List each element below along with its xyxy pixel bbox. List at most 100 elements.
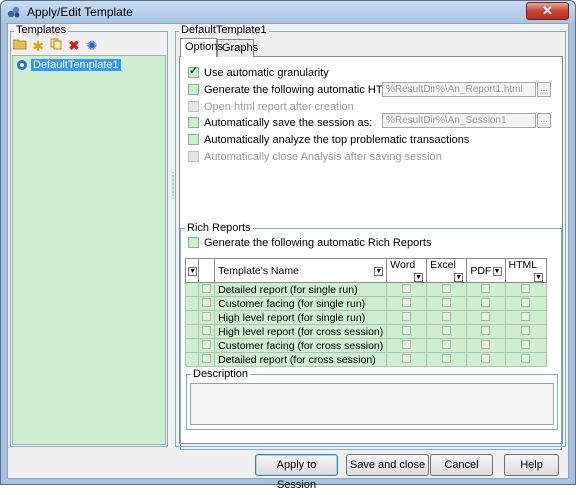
pdf-cell[interactable] — [466, 310, 506, 325]
browse-session-button[interactable]: ... — [537, 113, 551, 128]
generate-html-checkbox[interactable] — [188, 84, 199, 95]
row-checkbox[interactable] — [202, 339, 212, 349]
html-checkbox[interactable] — [521, 353, 531, 363]
table-row[interactable]: Customer facing (for single run) — [184, 296, 547, 311]
open-html-checkbox[interactable] — [188, 101, 199, 112]
excel-cell[interactable] — [426, 310, 468, 325]
option-auto-granularity[interactable]: Use automatic granularity — [188, 65, 329, 81]
row-checkbox[interactable] — [202, 297, 212, 307]
html-checkbox[interactable] — [521, 311, 531, 321]
html-checkbox[interactable] — [521, 283, 531, 293]
auto-close-checkbox[interactable] — [188, 151, 199, 162]
excel-cell[interactable] — [426, 282, 468, 297]
dropdown-arrow-icon[interactable]: ▼ — [414, 273, 424, 282]
excel-checkbox[interactable] — [442, 339, 452, 349]
excel-cell[interactable] — [426, 324, 468, 339]
word-cell[interactable] — [386, 338, 428, 353]
close-button[interactable]: ✕ — [526, 2, 569, 20]
row-checkbox-cell[interactable] — [198, 338, 216, 353]
excel-checkbox[interactable] — [442, 311, 452, 321]
session-path-field[interactable]: %ResultDir%\An_Session1 — [382, 113, 536, 128]
splitter-handle[interactable]: ⋮ ⋮ ⋮ ⋮ ⋮ ⋮ — [169, 172, 177, 234]
row-checkbox-cell[interactable] — [198, 352, 216, 367]
generate-rich-reports-checkbox[interactable] — [188, 237, 199, 248]
html-cell[interactable] — [504, 324, 547, 339]
row-checkbox[interactable] — [202, 325, 212, 335]
html-cell[interactable] — [504, 296, 547, 311]
table-row[interactable]: Detailed report (for single run) — [184, 282, 547, 297]
dropdown-arrow-icon[interactable]: ▼ — [534, 273, 543, 282]
pdf-checkbox[interactable] — [481, 339, 491, 349]
row-checkbox-cell[interactable] — [198, 282, 216, 297]
table-row[interactable]: High level report (for single run) — [184, 310, 547, 325]
column-header-name[interactable]: Template's Name ▼ — [214, 258, 388, 283]
column-header-word[interactable]: Word ▼ — [386, 258, 428, 283]
row-checkbox-cell[interactable] — [198, 296, 216, 311]
dropdown-arrow-icon[interactable]: ▼ — [454, 273, 464, 282]
column-header-html[interactable]: HTML ▼ — [504, 258, 547, 283]
excel-cell[interactable] — [426, 338, 468, 353]
delete-icon[interactable]: ✖ — [66, 38, 82, 54]
html-cell[interactable] — [504, 310, 547, 325]
word-cell[interactable] — [386, 310, 428, 325]
column-header-pdf[interactable]: PDF ▼ — [466, 258, 506, 283]
html-checkbox[interactable] — [521, 339, 531, 349]
excel-checkbox[interactable] — [442, 325, 452, 335]
word-checkbox[interactable] — [402, 325, 412, 335]
option-auto-analyze[interactable]: Automatically analyze the top problemati… — [188, 134, 469, 148]
excel-checkbox[interactable] — [442, 283, 452, 293]
table-row[interactable]: High level report (for cross session) — [184, 324, 547, 339]
auto-granularity-checkbox[interactable] — [188, 65, 199, 78]
title-bar[interactable]: Apply/Edit Template ✕ — [1, 1, 575, 23]
pdf-cell[interactable] — [466, 296, 506, 311]
word-checkbox[interactable] — [402, 353, 412, 363]
table-row[interactable]: Detailed report (for cross session) — [184, 352, 547, 367]
pdf-cell[interactable] — [466, 324, 506, 339]
pdf-checkbox[interactable] — [481, 311, 491, 321]
html-cell[interactable] — [504, 338, 547, 353]
option-generate-rich-reports[interactable]: Generate the following automatic Rich Re… — [188, 237, 431, 251]
row-selector-header[interactable]: ▼ — [184, 258, 200, 283]
dropdown-arrow-icon[interactable]: ▼ — [374, 266, 384, 276]
templates-list[interactable]: DefaultTemplate1 — [12, 55, 166, 445]
dropdown-arrow-icon[interactable]: ▼ — [492, 266, 502, 276]
copy-icon[interactable] — [48, 38, 64, 54]
html-cell[interactable] — [504, 352, 547, 367]
cancel-button[interactable]: Cancel — [430, 454, 493, 476]
row-checkbox[interactable] — [202, 311, 212, 321]
html-checkbox[interactable] — [521, 325, 531, 335]
dropdown-arrow-icon[interactable]: ▼ — [188, 267, 198, 276]
html-checkbox[interactable] — [521, 297, 531, 307]
row-checkbox[interactable] — [202, 353, 212, 363]
pdf-checkbox[interactable] — [481, 353, 491, 363]
pdf-cell[interactable] — [466, 282, 506, 297]
description-textarea[interactable] — [190, 383, 554, 425]
word-checkbox[interactable] — [402, 311, 412, 321]
excel-cell[interactable] — [426, 352, 468, 367]
apply-to-session-button[interactable]: Apply to Session — [255, 454, 338, 491]
option-auto-close[interactable]: Automatically close Analysis after savin… — [188, 151, 442, 165]
auto-save-checkbox[interactable] — [188, 117, 199, 128]
word-checkbox[interactable] — [402, 297, 412, 307]
help-button[interactable]: Help — [504, 454, 559, 476]
table-row[interactable]: Customer facing (for cross session) — [184, 338, 547, 353]
excel-checkbox[interactable] — [442, 353, 452, 363]
option-auto-save[interactable]: Automatically save the session as: — [188, 117, 372, 131]
excel-cell[interactable] — [426, 296, 468, 311]
browse-html-button[interactable]: ... — [537, 82, 551, 97]
pdf-checkbox[interactable] — [481, 283, 491, 293]
list-item[interactable]: DefaultTemplate1 — [15, 58, 124, 72]
word-cell[interactable] — [386, 324, 428, 339]
column-header-excel[interactable]: Excel ▼ — [426, 258, 468, 283]
option-open-html[interactable]: Open html report after creation — [188, 101, 354, 115]
save-and-close-button[interactable]: Save and close — [346, 454, 429, 476]
html-report-path-field[interactable]: %ResultDir%\An_Report1.html — [382, 82, 536, 97]
pdf-cell[interactable] — [466, 338, 506, 353]
pdf-checkbox[interactable] — [481, 297, 491, 307]
html-cell[interactable] — [504, 282, 547, 297]
open-folder-icon[interactable] — [12, 38, 28, 54]
row-checkbox-cell[interactable] — [198, 324, 216, 339]
word-checkbox[interactable] — [402, 283, 412, 293]
tab-options[interactable]: Options — [180, 38, 223, 57]
word-cell[interactable] — [386, 296, 428, 311]
